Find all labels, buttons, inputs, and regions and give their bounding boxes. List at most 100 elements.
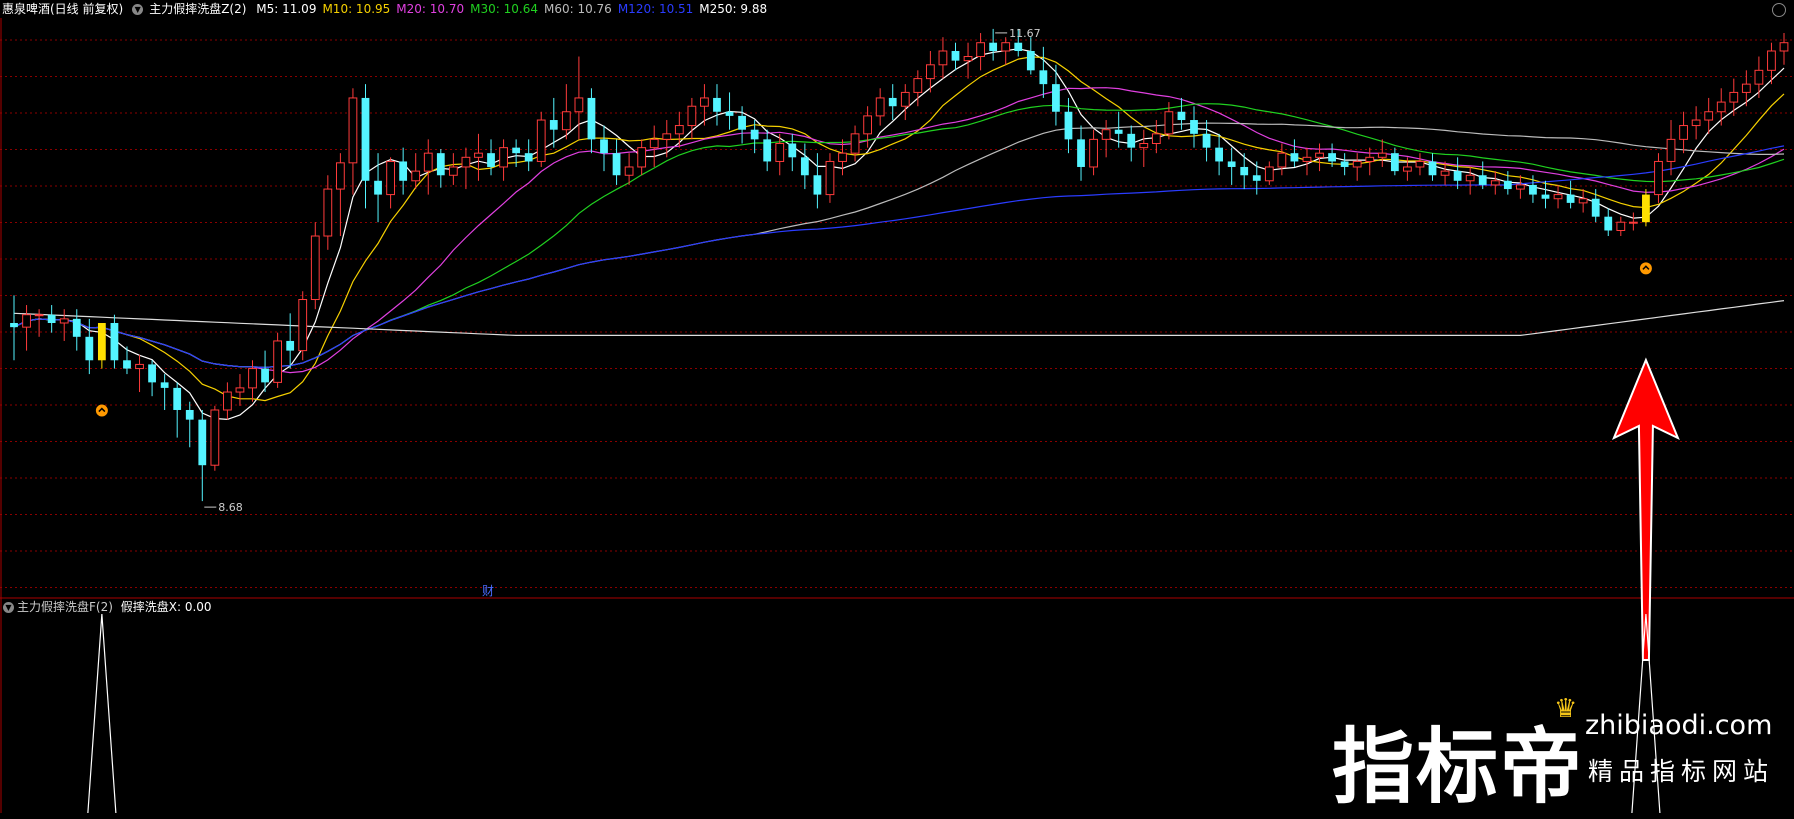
candle-body (348, 97, 358, 164)
candle-body (600, 139, 608, 154)
ma-label-3: M30: 10.64 (470, 2, 538, 16)
candle-body (135, 363, 144, 370)
candle-body (34, 314, 44, 317)
candle-body (72, 318, 81, 337)
candle-body (1591, 198, 1600, 217)
candle-body (1666, 138, 1676, 162)
candle-body (1277, 152, 1287, 168)
candle-body (1215, 147, 1223, 162)
candle-body (273, 340, 283, 383)
candle-body (173, 387, 182, 410)
signal-circle (1639, 262, 1652, 275)
candle-body (1377, 152, 1387, 158)
sub-indicator-toggle-icon[interactable]: ▼ (3, 602, 14, 613)
candle-body (198, 419, 207, 466)
candle-body (775, 143, 785, 162)
candle-body (674, 125, 684, 135)
candle-body (1001, 42, 1011, 52)
candle-body (1541, 194, 1550, 199)
ma-label-0: M5: 11.09 (256, 2, 317, 16)
indicator-toggle-icon[interactable]: ▼ (132, 4, 144, 15)
candle-body (1628, 221, 1638, 224)
sub-header: ▼ 主力假摔洗盘F(2) 假摔洗盘X: 0.00 (0, 598, 212, 616)
ma-values: M5: 11.09 M10: 10.95 M20: 10.70 M30: 10.64 M… (256, 2, 773, 16)
candle-body (1503, 180, 1512, 190)
candle-body (850, 133, 860, 154)
ma-label-2: M20: 10.70 (396, 2, 465, 16)
watermark-site: zhibiaodi.com (1585, 710, 1773, 741)
candle-body (374, 180, 382, 195)
candle-body (461, 156, 471, 168)
candle-body (1252, 175, 1261, 181)
candle-body (951, 50, 960, 61)
candle-body (1039, 70, 1048, 85)
candle-body (423, 152, 433, 172)
candle-body (85, 336, 94, 361)
candle-body (1151, 133, 1161, 145)
candle-body (1315, 152, 1324, 158)
candle-body (210, 409, 220, 466)
candle-body (963, 56, 973, 62)
candle-body (1240, 166, 1249, 176)
candle-body (1741, 83, 1751, 93)
grid-lines (0, 18, 1794, 813)
candle-body (813, 175, 822, 195)
candle-body (185, 409, 194, 420)
candle-body (110, 322, 119, 361)
candle-body (1052, 84, 1060, 112)
candle-body (1478, 175, 1487, 185)
candle-body (298, 299, 308, 352)
sub-indicator-value: 假摔洗盘X: 0.00 (120, 600, 212, 614)
candle-body (1139, 143, 1149, 149)
candle-body (286, 340, 295, 351)
candle-body (1415, 160, 1425, 168)
candle-body (1716, 101, 1726, 113)
candle-body (913, 78, 923, 93)
main-header: 惠泉啤酒(日线 前复权) ▼ 主力假摔洗盘Z(2) M5: 11.09 M10: 10… (0, 0, 1794, 18)
watermark-tagline: 精品指标网站 (1588, 757, 1775, 786)
candle-body (1352, 160, 1362, 168)
candle-body (713, 97, 721, 112)
candle-body (436, 153, 445, 176)
candle-body (1403, 166, 1412, 172)
candle-body (750, 129, 759, 140)
expand-icon[interactable] (1772, 3, 1786, 17)
candle-body (1227, 161, 1236, 167)
sub-indicator-name: 主力假摔洗盘F(2) (17, 600, 113, 614)
ma30-line (13, 103, 1785, 369)
candle-body (687, 105, 697, 127)
candle-body (448, 166, 458, 176)
candle-body (725, 111, 734, 116)
candle-body (1290, 153, 1299, 162)
candle-body (763, 139, 772, 162)
candle-body (47, 314, 56, 323)
candle-body (399, 161, 408, 181)
candle-body (474, 152, 483, 158)
low-label: 8.68 (218, 501, 243, 514)
candle-body (310, 235, 320, 301)
candle-body (97, 322, 106, 361)
candle-body (925, 64, 935, 80)
kline-chart[interactable]: 11.67 8.68 财 (0, 0, 1794, 813)
candle-body (386, 160, 395, 196)
signal-spike (87, 613, 117, 813)
high-label: 11.67 (1009, 27, 1041, 40)
candle-body (1767, 50, 1776, 71)
candle-body (1101, 129, 1111, 140)
ma-label-4: M60: 10.76 (543, 2, 612, 16)
candle-body (1704, 111, 1714, 121)
candle-body (1164, 111, 1174, 135)
ma60-line (13, 122, 1785, 369)
candle-body (1490, 180, 1500, 186)
candle-body (624, 166, 634, 176)
candle-body (1440, 170, 1450, 176)
candle-body (838, 152, 847, 162)
candle-body (738, 115, 746, 130)
signal-circle (95, 404, 108, 417)
candle-body (900, 91, 910, 107)
ma250-line (13, 300, 1785, 336)
candle-body (1114, 129, 1123, 134)
candle-body (825, 160, 835, 196)
candle-body (875, 97, 885, 117)
candle-body (863, 115, 873, 135)
